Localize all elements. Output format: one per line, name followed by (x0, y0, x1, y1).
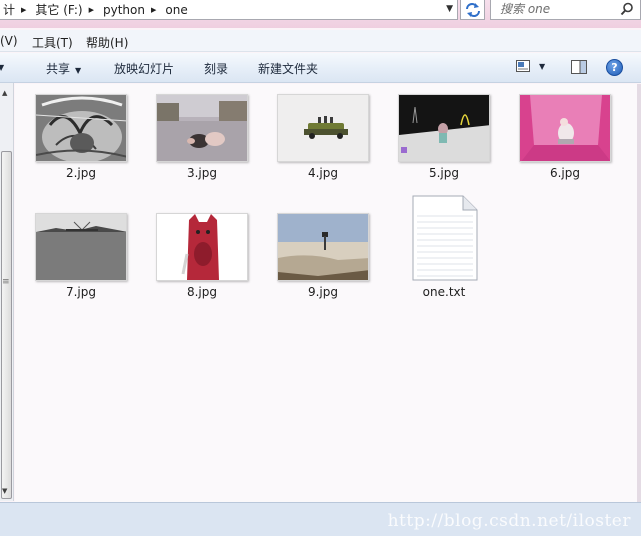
scrollbar-thumb[interactable] (1, 151, 12, 499)
file-name: 4.jpg (307, 166, 339, 180)
help-icon: ? (611, 61, 618, 74)
file-name: one.txt (422, 285, 466, 299)
window-right-border (637, 84, 641, 502)
view-icon (516, 60, 530, 72)
file-name: 9.jpg (307, 285, 339, 299)
refresh-button[interactable] (460, 0, 485, 20)
scroll-up-arrow-icon[interactable]: ▲ (2, 89, 7, 97)
thumbnail-desert-person (277, 213, 369, 281)
search-icon[interactable] (620, 2, 634, 16)
status-bar: http://blog.csdn.net/iloster (0, 502, 641, 536)
thumbnail-bw-texture (35, 94, 127, 162)
address-bar-region: 计 ▶ 其它 (F:) ▶ python ▶ one ▼ (0, 0, 641, 28)
slideshow-button[interactable]: 放映幻灯片 (114, 60, 174, 77)
change-view-button[interactable]: ▼ (516, 60, 545, 72)
burn-button[interactable]: 刻录 (204, 60, 228, 77)
file-name: 3.jpg (186, 166, 218, 180)
command-bar: ▼ 共享 ▼ 放映幻灯片 刻录 新建文件夹 ▼ ? (0, 53, 641, 83)
breadcrumb-drive[interactable]: 其它 (F:) (35, 1, 82, 18)
thumbnail-red-creature (156, 213, 248, 281)
file-name: 2.jpg (65, 166, 97, 180)
breadcrumb-arrow-icon[interactable]: ▶ (151, 6, 156, 14)
file-name: 6.jpg (549, 166, 581, 180)
navigation-pane-scrollbar[interactable]: ▲ ≡ ▼ (0, 83, 14, 501)
watermark: http://blog.csdn.net/iloster (387, 511, 631, 531)
file-list-area[interactable]: 2.jpg 3.jpg 4.jpg 5.jpg 6.jpg 7.jpg 8.jp… (15, 84, 641, 502)
file-name: 5.jpg (428, 166, 460, 180)
scrollbar-grip-icon: ≡ (2, 277, 10, 287)
search-box[interactable] (490, 0, 641, 20)
help-button[interactable]: ? (606, 59, 623, 76)
breadcrumb-arrow-icon[interactable]: ▶ (21, 6, 26, 14)
breadcrumb-one[interactable]: one (165, 3, 187, 17)
share-dropdown-icon: ▼ (75, 66, 82, 75)
thumbnail-pink-room (519, 94, 611, 162)
organize-dropdown-icon[interactable]: ▼ (0, 63, 4, 72)
share-button[interactable]: 共享 ▼ (46, 60, 81, 77)
thumbnail-pigs-on-road (156, 94, 248, 162)
view-dropdown-icon: ▼ (539, 61, 546, 71)
menu-view[interactable]: (V) (0, 34, 18, 48)
thumbnail-dark-figures (398, 94, 490, 162)
preview-pane-icon[interactable] (571, 60, 587, 74)
text-file-icon (411, 194, 479, 285)
new-folder-button[interactable]: 新建文件夹 (258, 60, 318, 77)
menu-tools[interactable]: 工具(T) (32, 34, 73, 51)
menu-bar: (V) 工具(T) 帮助(H) (0, 30, 641, 52)
scroll-down-arrow-icon[interactable]: ▼ (2, 487, 7, 495)
thumbnail-car-on-white (277, 94, 369, 162)
breadcrumb-computer[interactable]: 计 (3, 1, 15, 18)
breadcrumb-arrow-icon[interactable]: ▶ (89, 6, 94, 14)
address-history-dropdown-icon[interactable]: ▼ (446, 4, 453, 14)
search-input[interactable] (491, 0, 611, 18)
breadcrumb-python[interactable]: python (103, 3, 145, 17)
menu-help[interactable]: 帮助(H) (86, 34, 128, 51)
breadcrumb: 计 ▶ 其它 (F:) ▶ python ▶ one (3, 1, 188, 18)
refresh-icon (465, 2, 480, 17)
share-label: 共享 (46, 62, 71, 76)
thumbnail-gray-landscape (35, 213, 127, 281)
address-field[interactable]: 计 ▶ 其它 (F:) ▶ python ▶ one ▼ (0, 0, 458, 20)
file-name: 8.jpg (186, 285, 218, 299)
file-name: 7.jpg (65, 285, 97, 299)
